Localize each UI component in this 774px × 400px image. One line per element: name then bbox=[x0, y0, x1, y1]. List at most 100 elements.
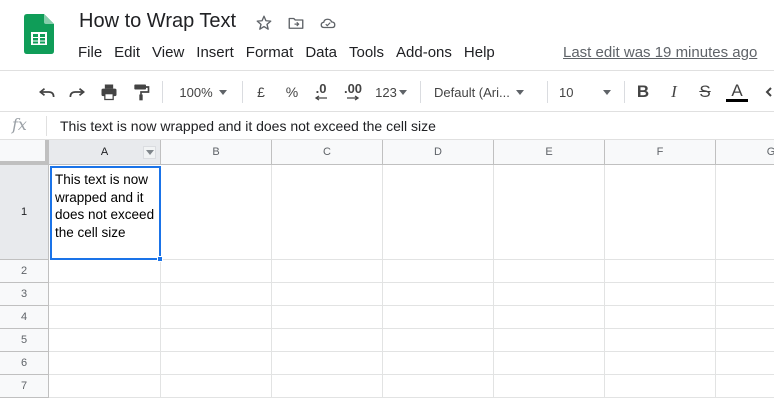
grid-cell[interactable] bbox=[272, 260, 383, 283]
grid-cell[interactable] bbox=[272, 306, 383, 329]
select-all-corner[interactable] bbox=[0, 140, 49, 165]
menu-add-ons[interactable]: Add-ons bbox=[390, 42, 458, 63]
undo-icon[interactable] bbox=[34, 79, 60, 105]
grid-cell[interactable] bbox=[605, 306, 716, 329]
column-header-g[interactable]: G bbox=[716, 140, 774, 165]
grid-cell[interactable] bbox=[49, 306, 161, 329]
grid-cell[interactable] bbox=[494, 165, 605, 260]
formula-input[interactable]: This text is now wrapped and it does not… bbox=[60, 118, 436, 134]
row-header-5[interactable]: 5 bbox=[0, 329, 49, 352]
sheets-logo-icon[interactable] bbox=[24, 14, 54, 54]
row-header-1[interactable]: 1 bbox=[0, 165, 49, 260]
grid-cell[interactable] bbox=[605, 283, 716, 306]
zoom-select[interactable]: 100% bbox=[170, 79, 236, 105]
grid-cell[interactable] bbox=[272, 329, 383, 352]
increase-decimal-button[interactable]: .00 bbox=[338, 79, 368, 105]
menu-view[interactable]: View bbox=[146, 42, 190, 63]
row-header-4[interactable]: 4 bbox=[0, 306, 49, 329]
grid-cell[interactable] bbox=[49, 352, 161, 375]
text-color-button[interactable]: A bbox=[724, 79, 750, 105]
grid-cell[interactable] bbox=[494, 329, 605, 352]
grid-cell[interactable] bbox=[716, 352, 774, 375]
currency-format-button[interactable]: £ bbox=[250, 79, 272, 105]
bold-button[interactable]: B bbox=[632, 79, 654, 105]
grid-cell[interactable] bbox=[716, 260, 774, 283]
grid-cell[interactable] bbox=[49, 375, 161, 398]
grid-cell[interactable] bbox=[49, 283, 161, 306]
grid-cell[interactable] bbox=[716, 283, 774, 306]
menu-data[interactable]: Data bbox=[299, 42, 343, 63]
grid-cell[interactable] bbox=[272, 283, 383, 306]
more-tools-icon[interactable] bbox=[763, 79, 774, 105]
grid-cell[interactable] bbox=[49, 329, 161, 352]
grid-cell[interactable] bbox=[161, 306, 272, 329]
row-header-2[interactable]: 2 bbox=[0, 260, 49, 283]
column-header-a[interactable]: A bbox=[49, 140, 161, 165]
strikethrough-button[interactable]: S bbox=[694, 79, 716, 105]
grid-cell[interactable] bbox=[383, 283, 494, 306]
cloud-saved-icon[interactable] bbox=[317, 12, 339, 34]
grid-cell[interactable] bbox=[716, 306, 774, 329]
grid-cell[interactable] bbox=[161, 283, 272, 306]
grid-cell[interactable] bbox=[494, 283, 605, 306]
grid-cell[interactable] bbox=[161, 165, 272, 260]
last-edit-link[interactable]: Last edit was 19 minutes ago bbox=[563, 44, 757, 61]
grid-cell[interactable] bbox=[605, 329, 716, 352]
grid-cell[interactable] bbox=[494, 306, 605, 329]
grid-cell[interactable] bbox=[383, 375, 494, 398]
print-icon[interactable] bbox=[96, 79, 122, 105]
column-header-d[interactable]: D bbox=[383, 140, 494, 165]
font-size-select[interactable]: 10 bbox=[555, 79, 617, 105]
grid-cell[interactable] bbox=[605, 375, 716, 398]
grid-cell[interactable] bbox=[383, 329, 494, 352]
grid-cell[interactable] bbox=[605, 260, 716, 283]
column-menu-icon[interactable] bbox=[143, 146, 156, 159]
grid-cell[interactable] bbox=[49, 260, 161, 283]
star-icon[interactable] bbox=[253, 12, 275, 34]
grid-cell[interactable] bbox=[716, 375, 774, 398]
row-header-7[interactable]: 7 bbox=[0, 375, 49, 398]
grid-cell[interactable] bbox=[494, 260, 605, 283]
grid-cell[interactable] bbox=[605, 352, 716, 375]
grid-cell[interactable] bbox=[383, 165, 494, 260]
row-header-6[interactable]: 6 bbox=[0, 352, 49, 375]
column-header-c[interactable]: C bbox=[272, 140, 383, 165]
grid-cell[interactable] bbox=[161, 352, 272, 375]
grid-cell[interactable] bbox=[161, 260, 272, 283]
document-title[interactable]: How to Wrap Text bbox=[79, 10, 236, 33]
menu-insert[interactable]: Insert bbox=[190, 42, 240, 63]
menu-file[interactable]: File bbox=[72, 42, 108, 63]
grid-cell[interactable] bbox=[383, 352, 494, 375]
grid-cell[interactable] bbox=[494, 352, 605, 375]
move-to-folder-icon[interactable] bbox=[285, 12, 307, 34]
grid-cell[interactable] bbox=[494, 375, 605, 398]
fill-handle[interactable] bbox=[157, 256, 163, 262]
grid-cell[interactable] bbox=[716, 329, 774, 352]
text-color-label: A bbox=[731, 80, 743, 100]
grid-cell[interactable] bbox=[716, 165, 774, 260]
grid-cell[interactable] bbox=[383, 260, 494, 283]
paint-format-icon[interactable] bbox=[128, 79, 154, 105]
grid-cell[interactable] bbox=[605, 165, 716, 260]
menu-tools[interactable]: Tools bbox=[343, 42, 390, 63]
menu-edit[interactable]: Edit bbox=[108, 42, 146, 63]
column-header-f[interactable]: F bbox=[605, 140, 716, 165]
grid-cell[interactable] bbox=[383, 306, 494, 329]
grid-cell[interactable] bbox=[272, 165, 383, 260]
menu-help[interactable]: Help bbox=[458, 42, 501, 63]
menu-format[interactable]: Format bbox=[240, 42, 300, 63]
column-header-b[interactable]: B bbox=[161, 140, 272, 165]
font-family-select[interactable]: Default (Ari... bbox=[428, 79, 540, 105]
italic-button[interactable]: I bbox=[663, 79, 685, 105]
column-header-e[interactable]: E bbox=[494, 140, 605, 165]
more-formats-select[interactable]: 123 bbox=[370, 79, 412, 105]
grid-cell[interactable] bbox=[161, 375, 272, 398]
cell-a1[interactable]: This text is now wrapped and it does not… bbox=[50, 166, 161, 260]
grid-cell[interactable] bbox=[272, 375, 383, 398]
redo-icon[interactable] bbox=[64, 79, 90, 105]
grid-cell[interactable] bbox=[272, 352, 383, 375]
decrease-decimal-button[interactable]: .0 bbox=[308, 79, 334, 105]
grid-cell[interactable] bbox=[161, 329, 272, 352]
percent-format-button[interactable]: % bbox=[281, 79, 303, 105]
row-header-3[interactable]: 3 bbox=[0, 283, 49, 306]
